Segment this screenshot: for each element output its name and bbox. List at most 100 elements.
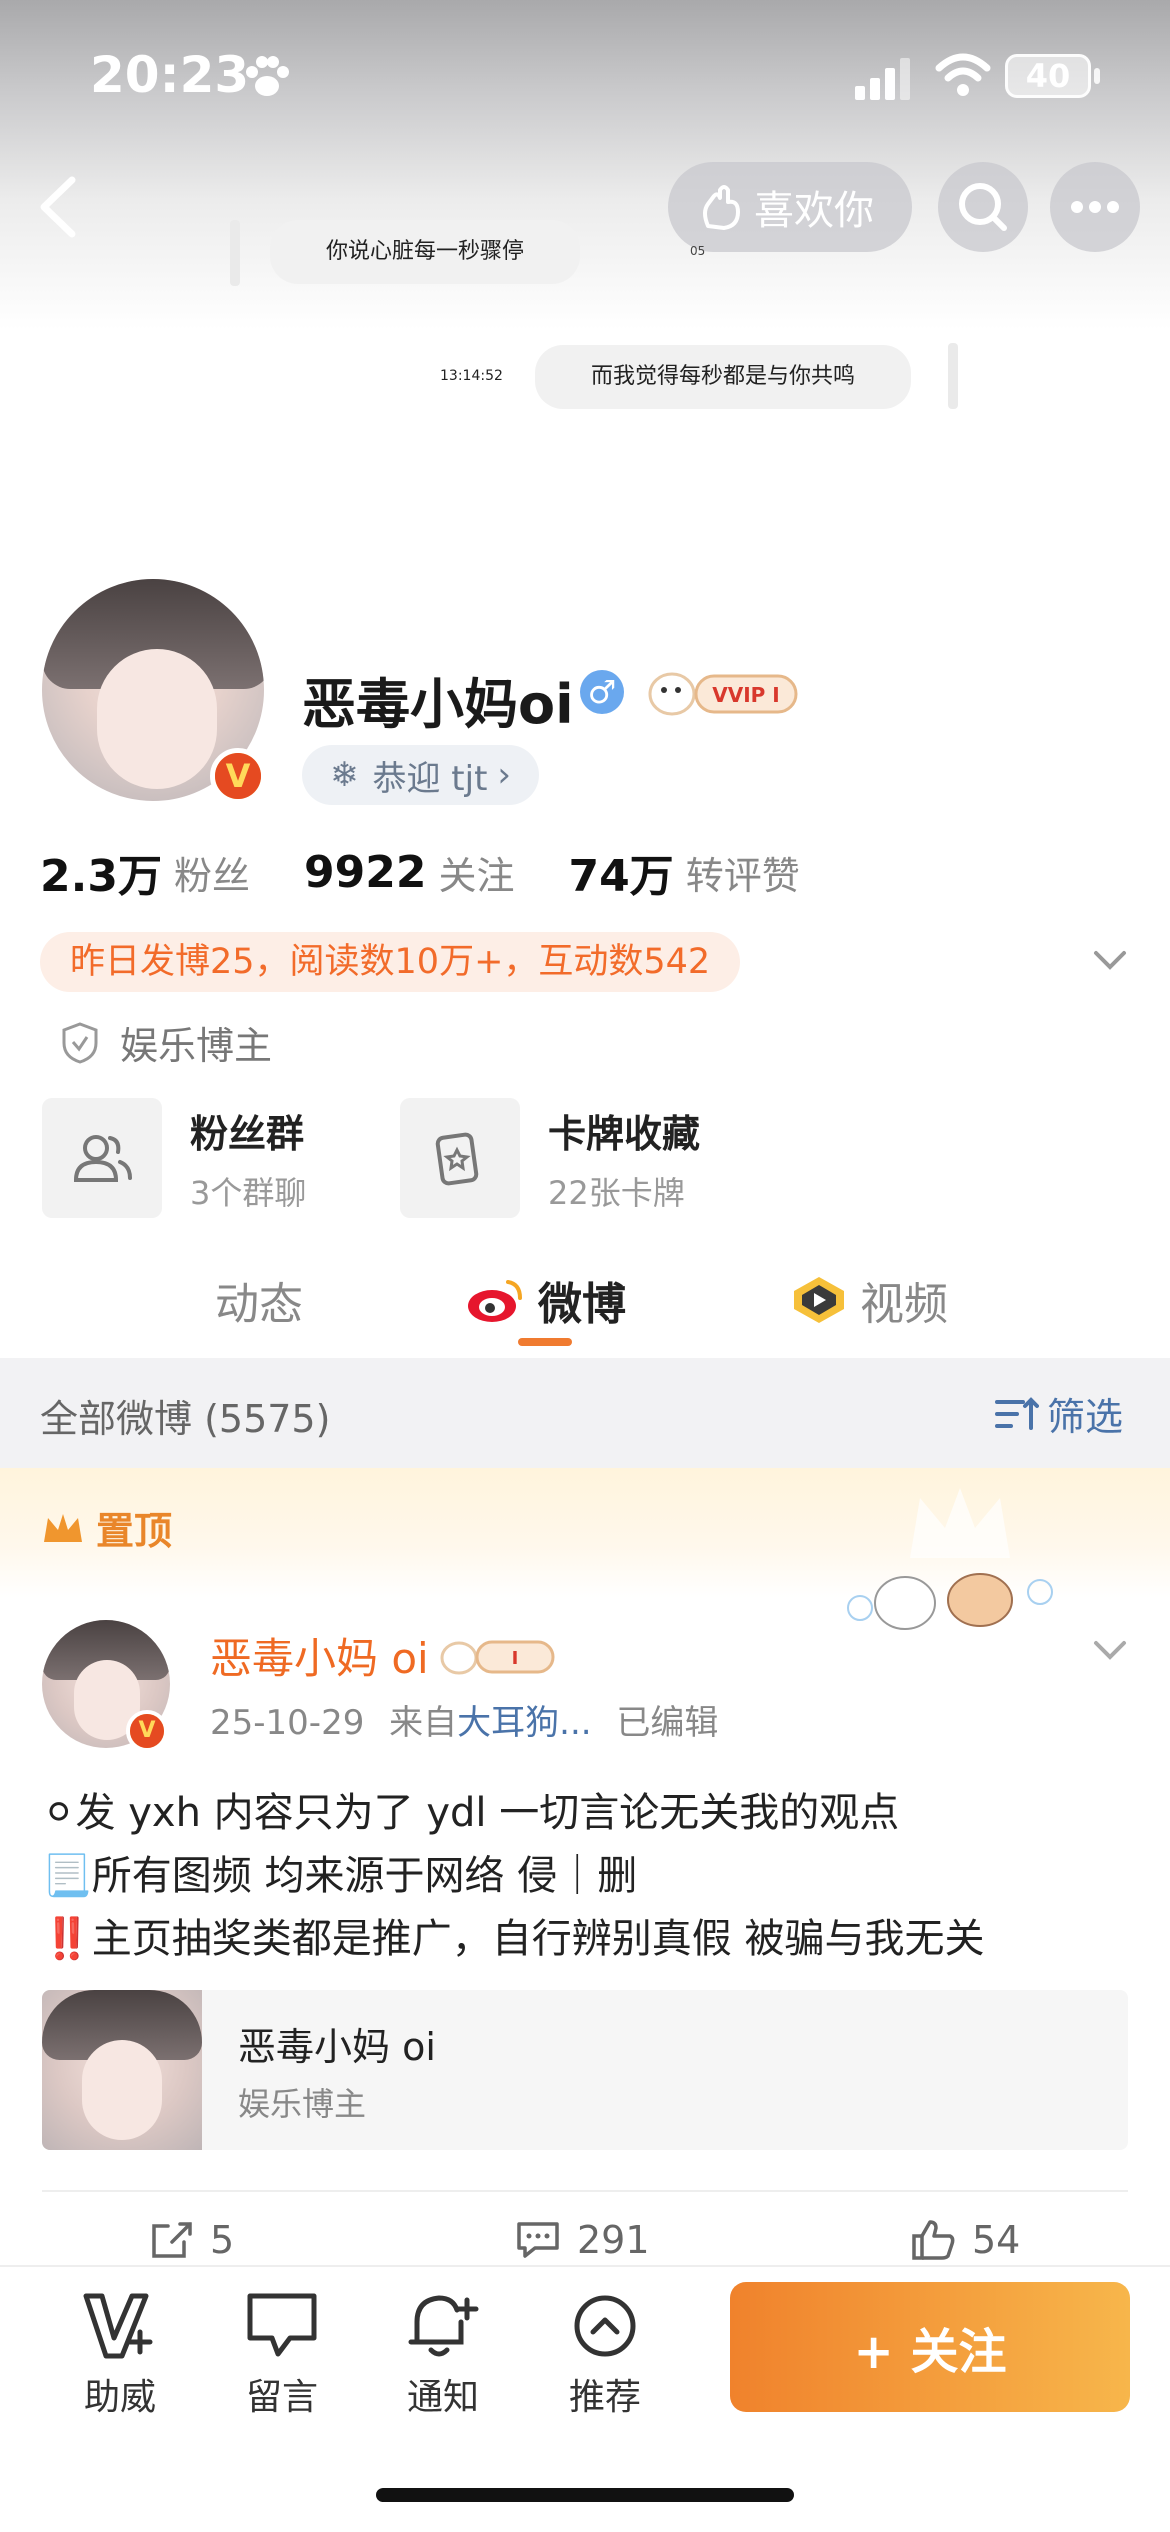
message-bubble-icon	[247, 2293, 317, 2357]
share-button[interactable]: 5	[150, 2218, 234, 2262]
post-author-name: 恶毒小妈 oi	[210, 1634, 429, 1683]
video-play-icon	[794, 1277, 844, 1323]
bell-plus-icon	[408, 2295, 479, 2357]
cellular-signal-icon	[855, 58, 910, 100]
fan-group-card[interactable]: 粉丝群 3个群聊	[42, 1098, 306, 1218]
profile-role: 娱乐博主	[60, 1015, 272, 1070]
like-button[interactable]: 54	[910, 2218, 1020, 2262]
weibo-logo-icon	[468, 1280, 522, 1322]
link-card-subtitle: 娱乐博主	[238, 2084, 367, 2123]
cheer-button[interactable]: 助威	[60, 2290, 180, 2420]
following-stat[interactable]: 9922 关注	[304, 845, 514, 900]
status-time: 20:23	[90, 46, 250, 104]
snowflake-icon: ❄	[330, 755, 359, 795]
fan-title-tag[interactable]: ❄ 恭迎 tjt ›	[302, 745, 540, 805]
active-tab-indicator	[518, 1338, 572, 1346]
more-icon[interactable]	[1050, 162, 1140, 252]
filter-icon	[995, 1396, 1039, 1430]
search-icon[interactable]	[938, 162, 1028, 252]
card-collection-sub: 22张卡牌	[548, 1173, 685, 1212]
followers-label: 粉丝	[173, 853, 250, 898]
post-verified-badge-icon: V	[126, 1710, 168, 1752]
post-author-name-row[interactable]: 恶毒小妈 oi I	[210, 1625, 559, 1686]
chevron-down-icon[interactable]	[1090, 945, 1130, 975]
post-source[interactable]: 大耳狗...	[457, 1703, 591, 1743]
profile-username: 恶毒小妈oi	[302, 673, 574, 736]
post-more-chevron-icon[interactable]	[1090, 1635, 1130, 1665]
notify-label: 通知	[406, 2377, 479, 2418]
hand-heart-icon	[703, 185, 740, 230]
card-collection-card[interactable]: 卡牌收藏 22张卡牌	[400, 1098, 700, 1218]
fan-group-icon-box	[42, 1098, 162, 1218]
filter-button[interactable]: 筛选	[995, 1386, 1123, 1441]
profile-stats: 2.3万 粉丝 9922 关注 74万 转评赞	[40, 840, 800, 904]
share-count: 5	[210, 2218, 235, 2262]
tab-weibo[interactable]: 微博	[466, 1268, 626, 1332]
pinned-banner	[0, 1468, 1170, 1630]
post-edited: 已编辑	[616, 1703, 719, 1743]
following-label: 关注	[438, 853, 515, 898]
post-text-line: 📃所有图频 均来源于网络 侵｜删	[42, 1853, 638, 1899]
link-card-thumbnail	[42, 1990, 202, 2150]
card-collection-title: 卡牌收藏	[548, 1111, 701, 1156]
svg-text:I: I	[511, 1648, 518, 1669]
fan-group-sub: 3个群聊	[190, 1173, 307, 1212]
pinned-text: 置顶	[96, 1509, 173, 1553]
followers-count: 2.3万	[40, 851, 162, 902]
notify-button[interactable]: 通知	[383, 2290, 503, 2420]
thumbs-up-icon	[912, 2220, 955, 2260]
comment-button[interactable]: 291	[515, 2218, 650, 2262]
like-count: 54	[972, 2218, 1021, 2262]
sticker-decoration-icon	[847, 1573, 1053, 1630]
male-gender-icon: ♂	[580, 670, 624, 714]
cheer-v-plus-icon	[83, 2293, 153, 2359]
recommend-label: 推荐	[568, 2377, 641, 2418]
filter-label: 筛选	[1047, 1395, 1124, 1439]
following-count: 9922	[303, 846, 427, 898]
battery-tip	[1094, 68, 1100, 84]
profile-tabs: 动态 微博 视频	[0, 1250, 1170, 1350]
profile-link-card[interactable]: 恶毒小妈 oi 娱乐博主	[42, 1990, 1128, 2150]
crown-icon	[44, 1513, 82, 1542]
circle-chevron-up-icon	[574, 2295, 636, 2357]
post-divider	[42, 2190, 1128, 2192]
vvip-badge-icon: VVIP I	[648, 672, 798, 716]
share-icon	[152, 2222, 192, 2258]
wifi-icon	[935, 53, 991, 96]
interactions-stat[interactable]: 74万 转评赞	[568, 840, 799, 904]
interactions-count: 74万	[568, 851, 674, 902]
vip-badge-icon: I	[440, 1640, 555, 1674]
paw-icon	[246, 56, 289, 96]
post-text-line: ⚪发 yxh 内容只为了 ydl 一切言论无关我的观点	[42, 1790, 900, 1836]
message-button[interactable]: 留言	[222, 2290, 342, 2420]
message-label: 留言	[245, 2377, 318, 2418]
fan-title-label: 恭迎 tjt	[372, 758, 488, 799]
back-arrow-icon[interactable]	[30, 172, 90, 242]
cover-decoration	[230, 220, 240, 286]
all-weibo-count: 全部微博 (5575)	[40, 1397, 331, 1441]
cover-chat-bubble: 而我觉得每秒都是与你共鸣	[535, 345, 912, 409]
cover-chat-bubble: 你说心脏每一秒骤停	[270, 220, 581, 284]
cover-chat-time: 05	[690, 244, 706, 258]
post-meta: 25-10-29 来自大耳狗... 已编辑	[210, 1695, 718, 1744]
shield-icon	[62, 1021, 98, 1064]
chevron-right-icon: ›	[497, 755, 512, 795]
tab-video[interactable]: 视频	[790, 1268, 948, 1332]
tab-dynamic[interactable]: 动态	[215, 1268, 303, 1332]
like-you-button[interactable]: 喜欢你	[668, 162, 912, 252]
post-date: 25-10-29	[210, 1703, 365, 1743]
battery-indicator: 40	[1005, 54, 1091, 98]
home-indicator[interactable]	[376, 2488, 794, 2502]
interactions-label: 转评赞	[685, 853, 800, 898]
svg-text:VVIP I: VVIP I	[712, 683, 779, 707]
cover-chat-time: 13:14:52	[440, 368, 503, 384]
fan-group-title: 粉丝群	[190, 1111, 305, 1156]
pinned-label: 置顶	[40, 1500, 172, 1555]
cheer-label: 助威	[83, 2377, 156, 2418]
comment-icon	[517, 2222, 559, 2258]
followers-stat[interactable]: 2.3万 粉丝	[40, 840, 250, 904]
recommend-button[interactable]: 推荐	[545, 2290, 665, 2420]
follow-button[interactable]: + 关注	[730, 2282, 1130, 2412]
verified-badge-icon: V	[210, 748, 266, 804]
activity-summary: 昨日发博25，阅读数10万+，互动数542	[40, 932, 741, 992]
